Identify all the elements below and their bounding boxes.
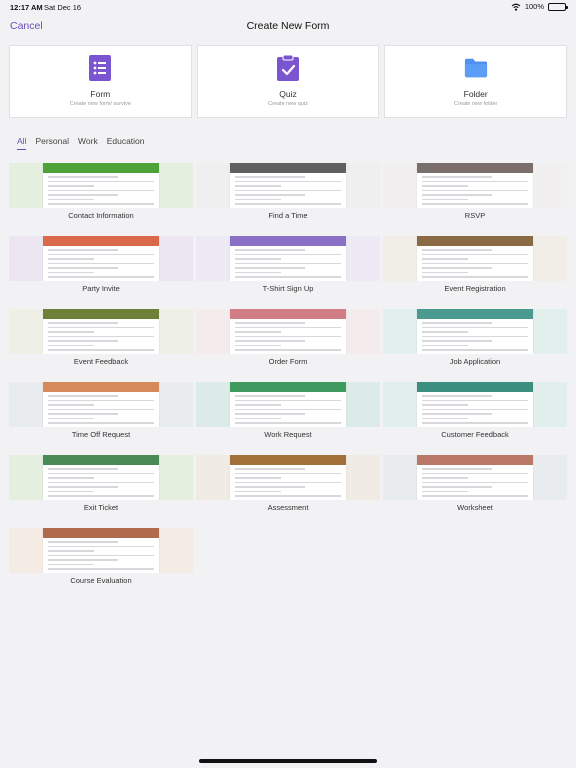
battery-percent: 100% — [524, 2, 544, 11]
template-thumbnail — [196, 382, 380, 427]
create-folder-card[interactable]: Folder Create new folder — [384, 45, 568, 118]
folder-card-label: Folder — [463, 89, 488, 99]
template-preview — [417, 163, 533, 208]
template-preview — [43, 236, 159, 281]
template-tile[interactable]: Contact Information — [9, 163, 193, 227]
template-tile[interactable]: Order Form — [196, 309, 380, 373]
template-preview — [230, 163, 346, 208]
template-thumbnail — [196, 236, 380, 281]
template-preview — [417, 236, 533, 281]
template-name: Job Application — [449, 357, 501, 366]
template-preview — [43, 163, 159, 208]
template-tile[interactable]: Event Feedback — [9, 309, 193, 373]
template-name: Find a Time — [268, 211, 308, 220]
quiz-clipboard-icon — [276, 55, 300, 81]
status-right: 100% — [511, 2, 568, 11]
template-thumbnail — [9, 309, 193, 354]
template-name: Time Off Request — [71, 430, 131, 439]
folder-card-subtitle: Create new folder — [453, 101, 498, 107]
template-tile[interactable]: Event Registration — [383, 236, 567, 300]
template-preview — [417, 455, 533, 500]
template-thumbnail — [196, 163, 380, 208]
template-preview — [43, 528, 159, 573]
template-thumbnail — [383, 382, 567, 427]
template-name: T-Shirt Sign Up — [262, 284, 314, 293]
template-preview — [43, 309, 159, 354]
template-preview — [230, 455, 346, 500]
template-name: Exit Ticket — [83, 503, 119, 512]
template-name: RSVP — [464, 211, 486, 220]
tab-all[interactable]: All — [17, 136, 27, 150]
template-name: Work Request — [264, 430, 312, 439]
template-preview — [417, 309, 533, 354]
template-preview — [43, 455, 159, 500]
home-indicator[interactable] — [199, 759, 377, 763]
template-thumbnail — [383, 163, 567, 208]
template-tile[interactable]: Worksheet — [383, 455, 567, 519]
template-name: Order Form — [268, 357, 308, 366]
status-bar: 12:17 AM Sat Dec 16 100% — [0, 0, 576, 14]
tab-education[interactable]: Education — [107, 136, 145, 150]
template-tile[interactable]: Customer Feedback — [383, 382, 567, 446]
template-tile[interactable]: Find a Time — [196, 163, 380, 227]
quiz-card-label: Quiz — [279, 89, 297, 99]
create-form-card[interactable]: Form Create new form/ survive — [9, 45, 192, 118]
create-quiz-card[interactable]: Quiz Create new quiz — [196, 45, 380, 118]
template-name: Event Registration — [444, 284, 506, 293]
template-tile[interactable]: RSVP — [383, 163, 567, 227]
template-tile[interactable]: Assessment — [196, 455, 380, 519]
tab-work[interactable]: Work — [78, 136, 98, 150]
template-name: Customer Feedback — [441, 430, 509, 439]
template-thumbnail — [196, 309, 380, 354]
template-thumbnail — [383, 309, 567, 354]
template-name: Worksheet — [457, 503, 493, 512]
tab-personal[interactable]: Personal — [35, 136, 69, 150]
template-name: Contact Information — [68, 211, 134, 220]
template-tile[interactable]: Party Invite — [9, 236, 193, 300]
template-tile[interactable]: T-Shirt Sign Up — [196, 236, 380, 300]
template-name: Event Feedback — [73, 357, 129, 366]
wifi-icon — [511, 3, 521, 11]
template-tile[interactable]: Exit Ticket — [9, 455, 193, 519]
template-thumbnail — [383, 236, 567, 281]
template-preview — [417, 382, 533, 427]
status-date: Sat Dec 16 — [44, 3, 82, 12]
template-name: Assessment — [267, 503, 309, 512]
template-name: Course Evaluation — [70, 576, 132, 585]
template-thumbnail — [9, 382, 193, 427]
folder-icon — [464, 55, 488, 81]
form-card-subtitle: Create new form/ survive — [69, 101, 131, 107]
template-tile[interactable]: Work Request — [196, 382, 380, 446]
template-thumbnail — [383, 455, 567, 500]
template-name: Party Invite — [82, 284, 120, 293]
navigation-bar: Cancel Create New Form — [0, 14, 576, 40]
category-tabs: All Personal Work Education — [17, 136, 145, 150]
template-thumbnail — [9, 455, 193, 500]
template-tile[interactable]: Course Evaluation — [9, 528, 193, 592]
form-card-label: Form — [90, 89, 111, 99]
quiz-card-subtitle: Create new quiz — [268, 101, 308, 107]
create-type-cards: Form Create new form/ survive Quiz Creat… — [9, 45, 568, 118]
template-thumbnail — [9, 163, 193, 208]
template-grid: Contact Information Find a Time RSVP Party … — [9, 163, 567, 592]
template-thumbnail — [196, 455, 380, 500]
template-preview — [230, 309, 346, 354]
battery-icon — [548, 2, 568, 11]
template-preview — [43, 382, 159, 427]
template-thumbnail — [9, 236, 193, 281]
page-title: Create New Form — [246, 20, 330, 32]
status-time: 12:17 AM — [10, 3, 43, 12]
template-tile[interactable]: Job Application — [383, 309, 567, 373]
template-tile[interactable]: Time Off Request — [9, 382, 193, 446]
template-preview — [230, 236, 346, 281]
form-list-icon — [88, 55, 112, 81]
template-thumbnail — [9, 528, 193, 573]
template-preview — [230, 382, 346, 427]
